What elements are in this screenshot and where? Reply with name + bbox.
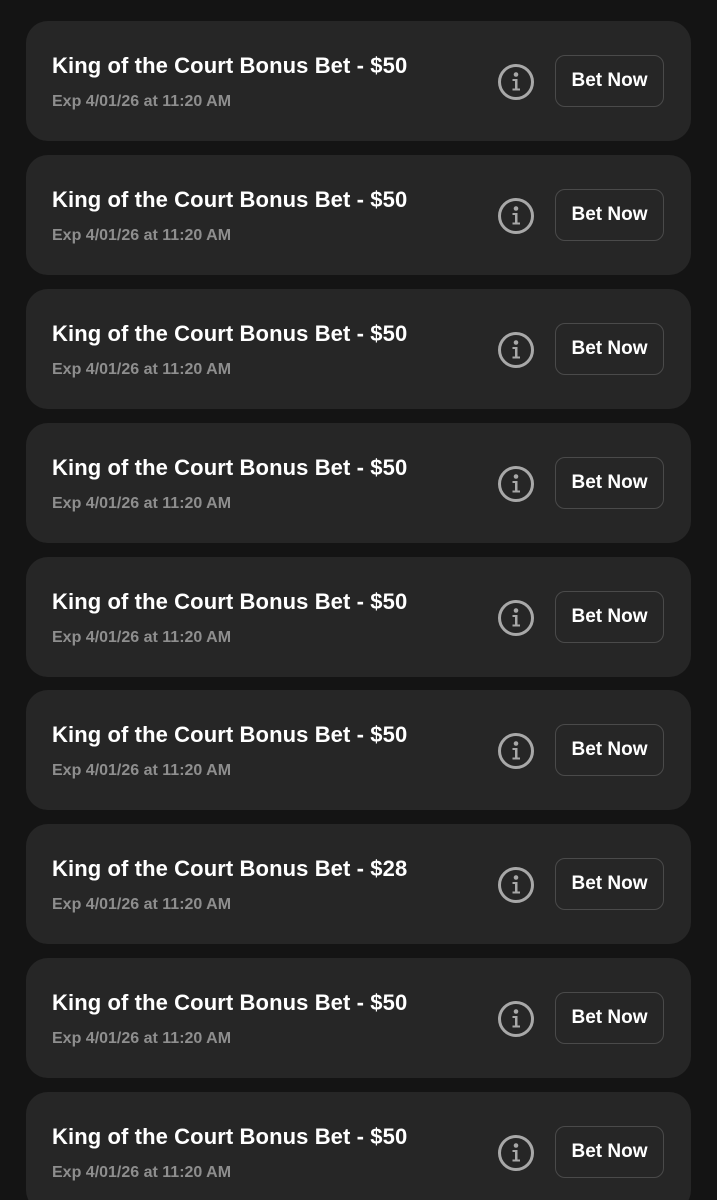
bonus-bet-title: King of the Court Bonus Bet - $50: [52, 1124, 408, 1149]
bonus-bet-title: King of the Court Bonus Bet - $28: [52, 856, 408, 881]
bonus-bet-title: King of the Court Bonus Bet - $50: [52, 53, 408, 78]
bonus-bet-expiration: Exp 4/01/26 at 11:20 AM: [52, 1030, 232, 1047]
info-icon[interactable]: [497, 197, 535, 235]
bonus-bet-expiration: Exp 4/01/26 at 11:20 AM: [52, 495, 232, 512]
bet-now-button[interactable]: Bet Now: [555, 724, 664, 776]
bet-now-button[interactable]: Bet Now: [555, 55, 664, 107]
bet-now-button[interactable]: Bet Now: [555, 189, 664, 241]
bet-now-button[interactable]: Bet Now: [555, 457, 664, 509]
bonus-bet-expiration: Exp 4/01/26 at 11:20 AM: [52, 1164, 232, 1181]
info-icon[interactable]: [497, 732, 535, 770]
bonus-bet-title: King of the Court Bonus Bet - $50: [52, 990, 408, 1015]
bonus-bet-card: King of the Court Bonus Bet - $50 Exp 4/…: [26, 1092, 691, 1200]
bonus-bet-title: King of the Court Bonus Bet - $50: [52, 589, 408, 614]
info-icon[interactable]: [497, 599, 535, 637]
info-icon[interactable]: [497, 1134, 535, 1172]
bonus-bet-title: King of the Court Bonus Bet - $50: [52, 321, 408, 346]
bonus-bet-list: King of the Court Bonus Bet - $50 Exp 4/…: [0, 0, 717, 1200]
bonus-bet-title: King of the Court Bonus Bet - $50: [52, 455, 408, 480]
bet-now-button[interactable]: Bet Now: [555, 1126, 664, 1178]
bet-now-button[interactable]: Bet Now: [555, 591, 664, 643]
bonus-bet-card: King of the Court Bonus Bet - $50 Exp 4/…: [26, 958, 691, 1078]
bet-now-button[interactable]: Bet Now: [555, 992, 664, 1044]
bet-now-button[interactable]: Bet Now: [555, 858, 664, 910]
bet-now-button[interactable]: Bet Now: [555, 323, 664, 375]
bonus-bet-card: King of the Court Bonus Bet - $50 Exp 4/…: [26, 289, 691, 409]
info-icon[interactable]: [497, 63, 535, 101]
bonus-bet-expiration: Exp 4/01/26 at 11:20 AM: [52, 629, 232, 646]
bonus-bet-card: King of the Court Bonus Bet - $28 Exp 4/…: [26, 824, 691, 944]
bonus-bet-expiration: Exp 4/01/26 at 11:20 AM: [52, 227, 232, 244]
bonus-bet-title: King of the Court Bonus Bet - $50: [52, 722, 408, 747]
bonus-bet-card: King of the Court Bonus Bet - $50 Exp 4/…: [26, 557, 691, 677]
bonus-bet-card: King of the Court Bonus Bet - $50 Exp 4/…: [26, 155, 691, 275]
bonus-bet-title: King of the Court Bonus Bet - $50: [52, 187, 408, 212]
bonus-bet-expiration: Exp 4/01/26 at 11:20 AM: [52, 762, 232, 779]
info-icon[interactable]: [497, 331, 535, 369]
bonus-bet-card: King of the Court Bonus Bet - $50 Exp 4/…: [26, 690, 691, 810]
bonus-bet-card: King of the Court Bonus Bet - $50 Exp 4/…: [26, 423, 691, 543]
info-icon[interactable]: [497, 465, 535, 503]
bonus-bet-expiration: Exp 4/01/26 at 11:20 AM: [52, 896, 232, 913]
info-icon[interactable]: [497, 1000, 535, 1038]
info-icon[interactable]: [497, 866, 535, 904]
bonus-bet-expiration: Exp 4/01/26 at 11:20 AM: [52, 93, 232, 110]
bonus-bet-card: King of the Court Bonus Bet - $50 Exp 4/…: [26, 21, 691, 141]
bonus-bet-expiration: Exp 4/01/26 at 11:20 AM: [52, 361, 232, 378]
